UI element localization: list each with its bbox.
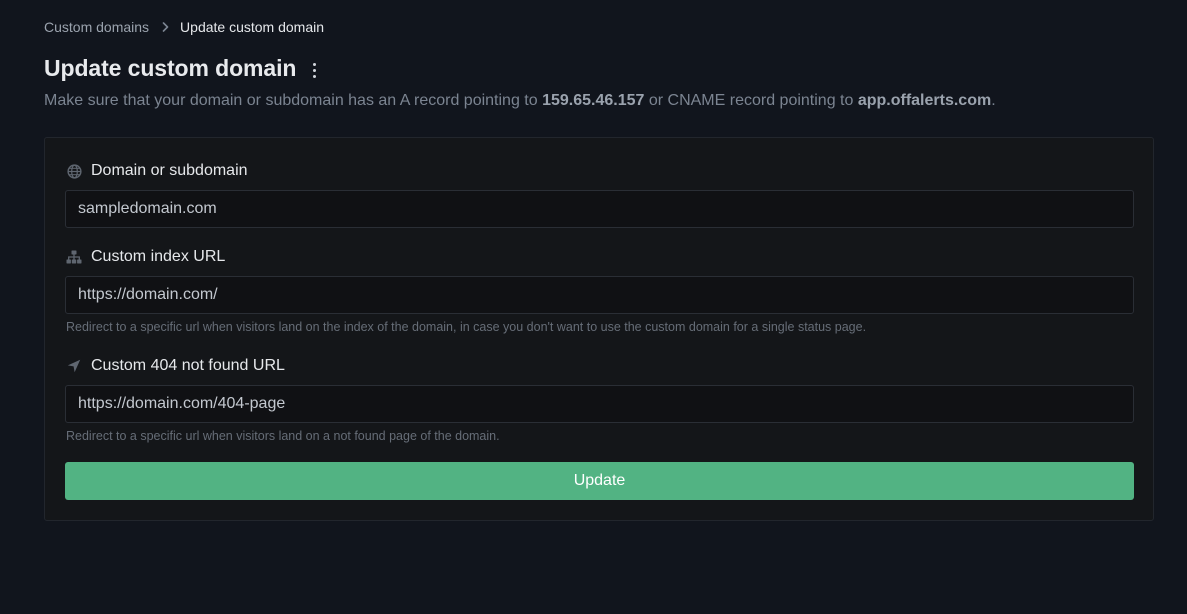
globe-icon — [66, 163, 82, 179]
index-url-label-text: Custom index URL — [91, 248, 226, 265]
breadcrumb: Custom domains Update custom domain — [44, 19, 324, 35]
domain-field-label: Domain or subdomain — [66, 162, 248, 180]
domain-input[interactable] — [65, 190, 1134, 228]
domain-label-text: Domain or subdomain — [91, 162, 248, 179]
breadcrumb-custom-domains-link[interactable]: Custom domains — [44, 19, 149, 35]
subtitle-middle: or CNAME record pointing to — [644, 92, 858, 109]
title-row: Update custom domain — [44, 55, 319, 82]
page: Custom domains Update custom domain Upda… — [0, 0, 1187, 614]
more-options-icon[interactable] — [309, 62, 319, 80]
sitemap-icon — [66, 249, 82, 265]
subtitle-prefix: Make sure that your domain or subdomain … — [44, 92, 543, 109]
not-found-url-input[interactable] — [65, 385, 1134, 423]
index-url-field-label: Custom index URL — [66, 248, 225, 266]
cname-target: app.offalerts.com — [857, 92, 992, 109]
not-found-url-hint: Redirect to a specific url when visitors… — [66, 429, 500, 443]
a-record-ip: 159.65.46.157 — [542, 92, 645, 109]
index-url-input[interactable] — [65, 276, 1134, 314]
not-found-url-label-text: Custom 404 not found URL — [91, 357, 285, 374]
breadcrumb-current: Update custom domain — [180, 19, 325, 35]
domain-form-card: Domain or subdomain Custom index URL Red… — [44, 137, 1154, 521]
location-arrow-icon — [66, 358, 82, 374]
subtitle-suffix: . — [991, 92, 996, 109]
page-subtitle: Make sure that your domain or subdomain … — [44, 92, 996, 110]
index-url-hint: Redirect to a specific url when visitors… — [66, 320, 867, 334]
not-found-url-field-label: Custom 404 not found URL — [66, 357, 285, 375]
page-title: Update custom domain — [44, 55, 297, 81]
chevron-right-icon — [162, 22, 169, 32]
update-button[interactable]: Update — [65, 462, 1134, 500]
